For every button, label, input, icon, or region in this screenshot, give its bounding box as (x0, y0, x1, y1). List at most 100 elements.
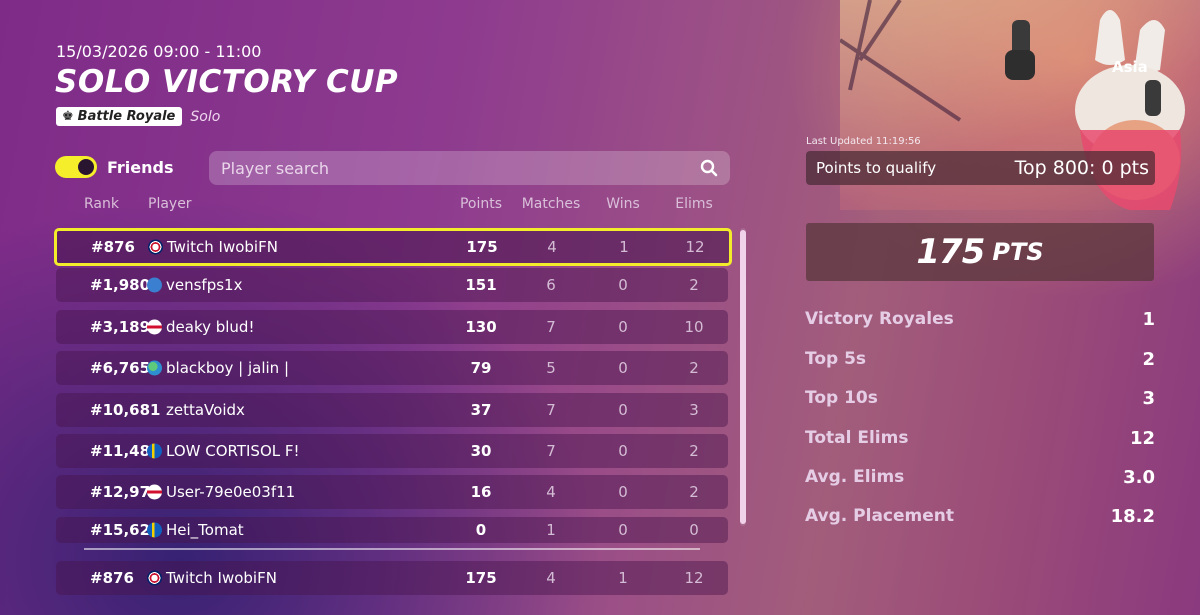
leaderboard-row[interactable]: #15,621 Hei_Tomat 0 1 0 0 (56, 517, 728, 543)
leaderboard-row[interactable]: #876 Twitch IwobiFN 175 4 1 12 (56, 561, 728, 595)
row-player: deaky blud! (166, 318, 255, 336)
row-player: vensfps1x (166, 276, 243, 294)
row-wins: 0 (618, 521, 628, 539)
stat-row: Top 5s 2 (805, 349, 1155, 373)
row-wins: 1 (619, 238, 629, 256)
total-points-box: 175 PTS (806, 223, 1154, 281)
row-matches: 6 (546, 276, 556, 294)
row-elims: 2 (689, 442, 699, 460)
stat-label: Avg. Placement (805, 506, 955, 526)
row-player: LOW CORTISOL F! (166, 442, 300, 460)
last-updated: Last Updated 11:19:56 (806, 136, 921, 147)
leaderboard-row[interactable]: #6,765 blackboy | jalin | 79 5 0 2 (56, 351, 728, 385)
friends-toggle[interactable] (55, 156, 97, 178)
row-player: Twitch IwobiFN (166, 569, 277, 587)
row-elims: 10 (684, 318, 704, 336)
stat-value: 2 (1142, 349, 1155, 370)
stat-label: Total Elims (805, 428, 909, 448)
row-wins: 0 (618, 318, 628, 336)
row-points: 16 (470, 483, 492, 501)
leaderboard-row[interactable]: #12,972 User-79e0e03f11 16 4 0 2 (56, 475, 728, 509)
stat-row: Total Elims 12 (805, 428, 1155, 452)
row-matches: 4 (546, 569, 556, 587)
row-wins: 1 (618, 569, 628, 587)
col-header-player: Player (148, 196, 192, 212)
row-points: 151 (465, 276, 497, 294)
row-rank: #6,765 (90, 359, 151, 377)
row-rank: #876 (90, 569, 134, 587)
mode-sub-label: Solo (190, 108, 221, 125)
region-label: Asia (1112, 58, 1148, 76)
flag-icon (147, 484, 162, 500)
stat-label: Victory Royales (805, 309, 954, 329)
row-wins: 0 (618, 442, 628, 460)
flag-icon (147, 443, 162, 459)
row-player: Twitch IwobiFN (167, 238, 278, 256)
stat-value: 12 (1129, 428, 1155, 449)
scrollbar-thumb[interactable] (740, 230, 746, 524)
row-matches: 7 (546, 318, 556, 336)
leaderboard-row[interactable]: #1,980 vensfps1x 151 6 0 2 (56, 268, 728, 302)
row-wins: 0 (618, 483, 628, 501)
row-rank: #10,681 (90, 401, 161, 419)
row-points: 30 (470, 442, 492, 460)
row-elims: 12 (685, 238, 705, 256)
flag-icon (147, 277, 162, 293)
player-search-input[interactable]: Player search (209, 151, 730, 185)
stat-row: Top 10s 3 (805, 388, 1155, 412)
stat-row: Avg. Elims 3.0 (805, 467, 1155, 491)
mode-row: ♚ Battle Royale Solo (56, 107, 220, 126)
row-wins: 0 (618, 359, 628, 377)
flag-icon (148, 239, 163, 255)
row-matches: 1 (546, 521, 556, 539)
mode-badge: ♚ Battle Royale (56, 107, 183, 126)
row-elims: 12 (684, 569, 704, 587)
row-elims: 2 (689, 359, 699, 377)
col-header-rank: Rank (84, 196, 119, 212)
row-player: Hei_Tomat (166, 521, 244, 539)
event-title: SOLO VICTORY CUP (55, 64, 399, 100)
row-points: 79 (470, 359, 492, 377)
qualify-box: Points to qualify Top 800: 0 pts (806, 151, 1155, 185)
stat-value: 3 (1142, 388, 1155, 409)
row-player: User-79e0e03f11 (166, 483, 296, 501)
leaderboard-row[interactable]: #11,487 LOW CORTISOL F! 30 7 0 2 (56, 434, 728, 468)
toggle-knob (78, 159, 94, 175)
row-rank: #876 (91, 238, 135, 256)
flag-icon (147, 319, 162, 335)
row-points: 0 (475, 521, 487, 539)
flag-icon (147, 522, 162, 538)
row-elims: 2 (689, 483, 699, 501)
row-rank: #3,189 (90, 318, 151, 336)
stat-value: 18.2 (1110, 506, 1155, 527)
stat-value: 1 (1142, 309, 1155, 330)
search-placeholder: Player search (221, 158, 330, 178)
row-matches: 7 (546, 401, 556, 419)
leaderboard-row[interactable]: #3,189 deaky blud! 130 7 0 10 (56, 310, 728, 344)
row-elims: 0 (689, 521, 699, 539)
leaderboard-row[interactable]: #10,681 zettaVoidx 37 7 0 3 (56, 393, 728, 427)
leaderboard-row[interactable]: #876 Twitch IwobiFN 175 4 1 12 (54, 228, 732, 266)
divider (84, 548, 700, 550)
stat-label: Top 5s (805, 349, 867, 369)
row-wins: 0 (618, 276, 628, 294)
stat-label: Top 10s (805, 388, 878, 408)
col-header-elims: Elims (675, 196, 713, 212)
stat-label: Avg. Elims (805, 467, 905, 487)
qualify-label: Points to qualify (816, 159, 937, 177)
friends-filter[interactable]: Friends (55, 156, 174, 178)
total-points-unit: PTS (992, 238, 1044, 266)
row-matches: 4 (546, 483, 556, 501)
flag-icon (147, 360, 162, 376)
mode-badge-label: Battle Royale (77, 109, 176, 124)
search-icon[interactable] (700, 159, 718, 177)
row-wins: 0 (618, 401, 628, 419)
col-header-wins: Wins (606, 196, 640, 212)
row-matches: 5 (546, 359, 556, 377)
flag-icon (147, 570, 162, 586)
row-points: 175 (465, 569, 497, 587)
total-points-value: 175 (916, 232, 985, 272)
col-header-matches: Matches (521, 196, 581, 212)
row-points: 130 (465, 318, 497, 336)
col-header-points: Points (459, 196, 503, 212)
